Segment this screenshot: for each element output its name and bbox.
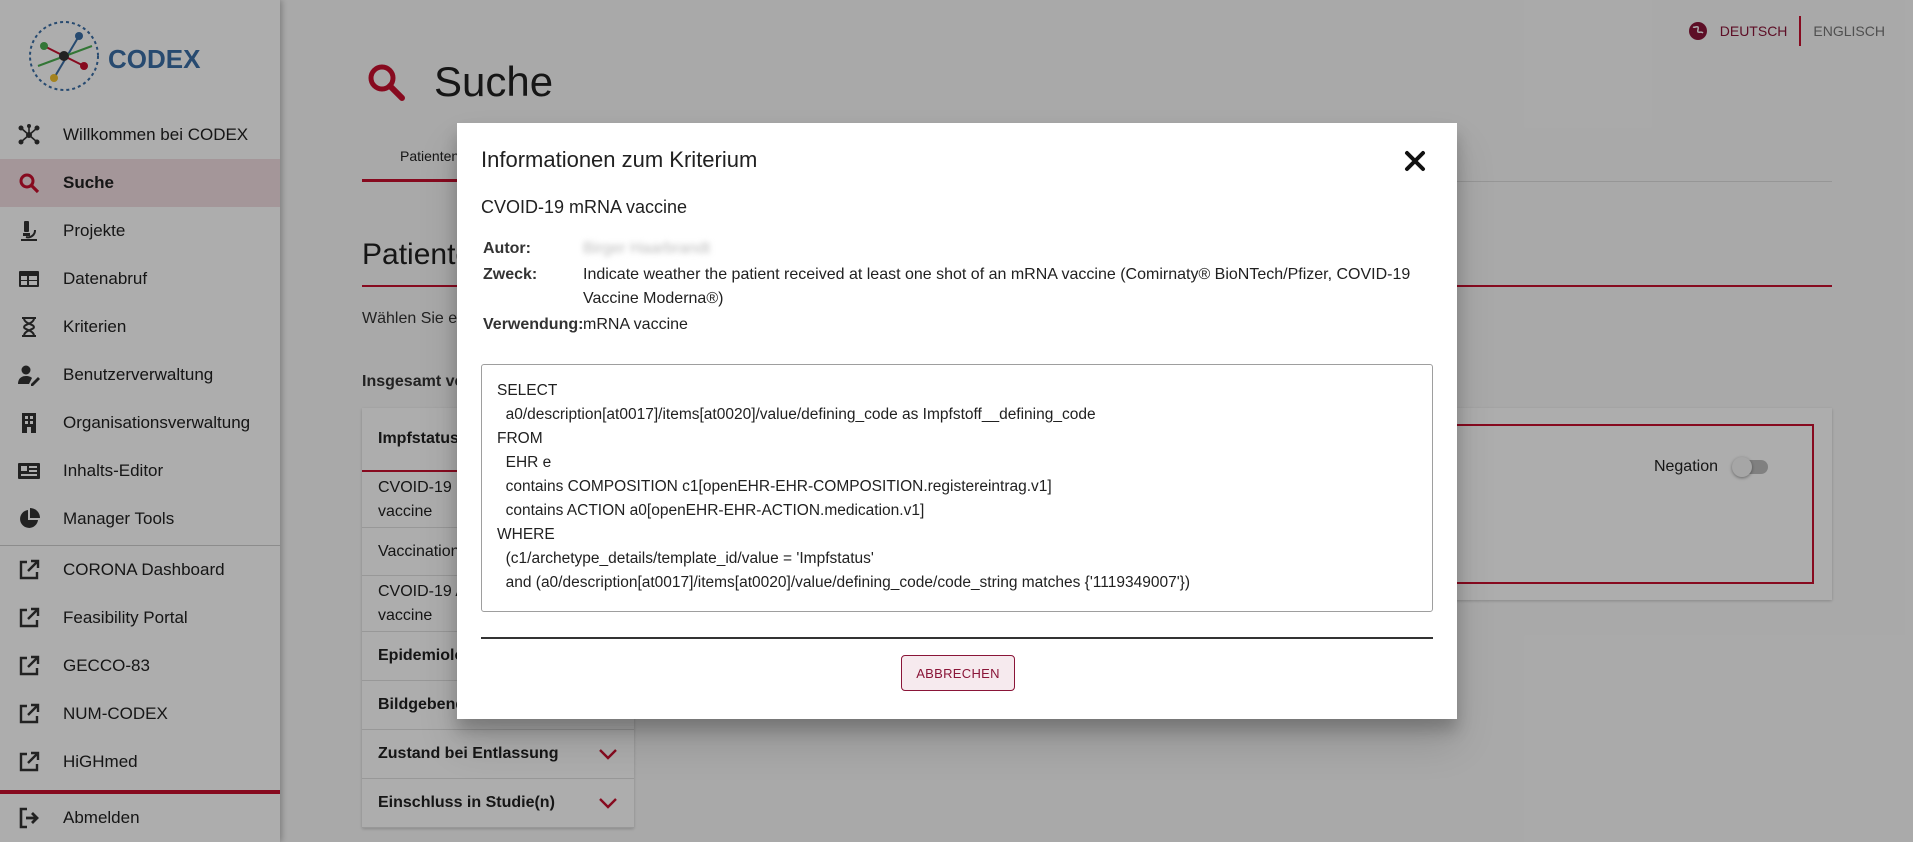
meta-row-purpose: Zweck: Indicate weather the patient rece… bbox=[483, 263, 1423, 311]
meta-key: Zweck: bbox=[483, 266, 538, 283]
usage-value: mRNA vaccine bbox=[583, 316, 688, 333]
meta-row-author: Autor: Birger Haarbrandt bbox=[483, 237, 1423, 261]
criterion-info-dialog: Informationen zum Kriterium CVOID-19 mRN… bbox=[457, 123, 1457, 719]
meta-key: Autor: bbox=[483, 240, 531, 257]
meta-key: Verwendung: bbox=[483, 316, 584, 333]
close-icon[interactable] bbox=[1401, 147, 1429, 175]
meta-row-usage: Verwendung: mRNA vaccine bbox=[483, 313, 1423, 337]
dialog-title: Informationen zum Kriterium bbox=[481, 147, 758, 172]
criterion-name: CVOID-19 mRNA vaccine bbox=[481, 197, 688, 217]
author-value: Birger Haarbrandt bbox=[583, 240, 711, 257]
cancel-button[interactable]: ABBRECHEN bbox=[901, 655, 1015, 691]
aql-query-box[interactable]: SELECT a0/description[at0017]/items[at00… bbox=[481, 364, 1433, 612]
criterion-metadata: Autor: Birger Haarbrandt Zweck: Indicate… bbox=[483, 237, 1423, 339]
purpose-value: Indicate weather the patient received at… bbox=[583, 266, 1411, 307]
dialog-divider bbox=[481, 637, 1433, 639]
